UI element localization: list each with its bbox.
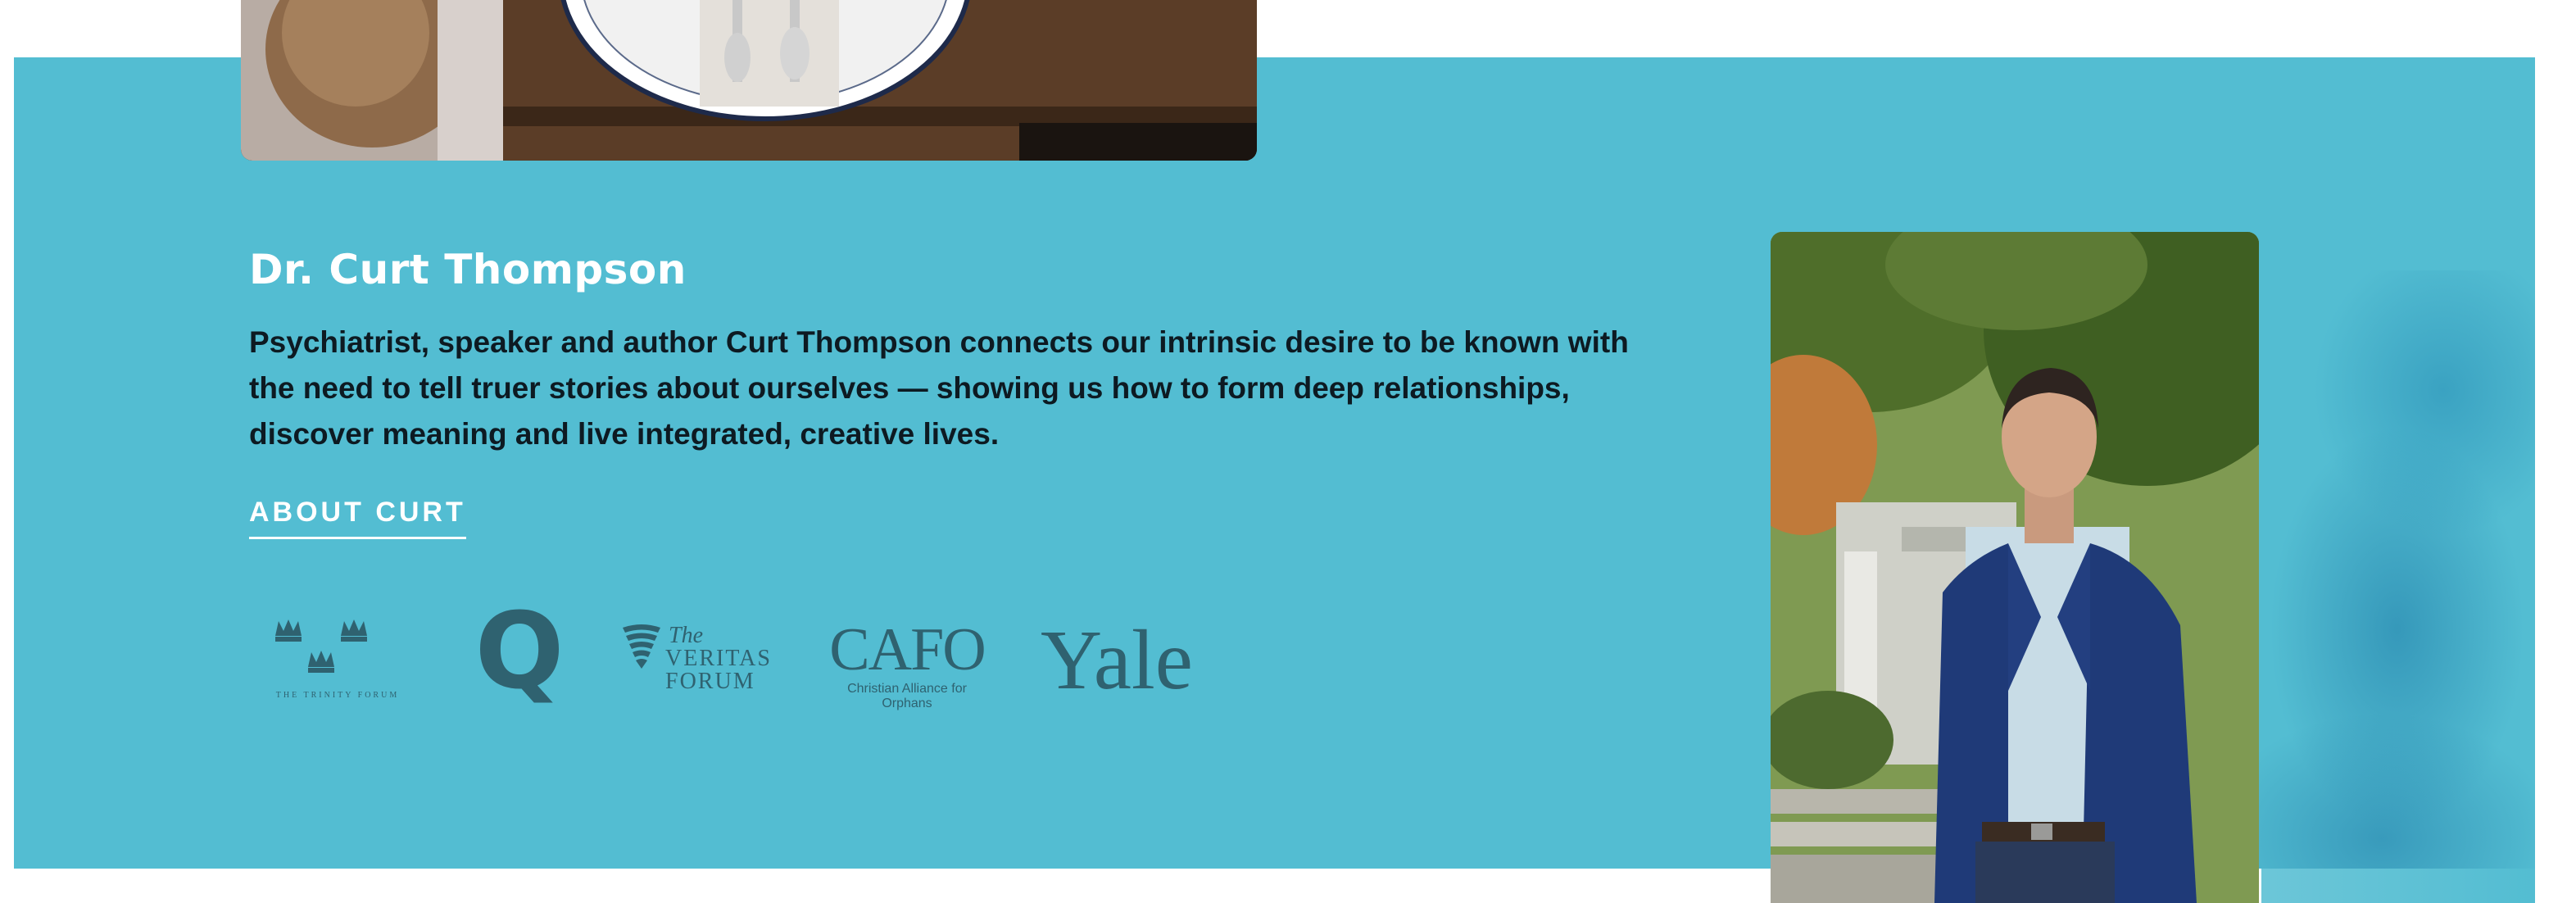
veritas-sub: FORUM — [665, 669, 755, 694]
shell-icon — [623, 624, 660, 669]
q-label: Q — [474, 591, 565, 713]
trinity-forum-label: THE TRINITY FORUM — [275, 691, 400, 700]
trinity-forum-logo: THE TRINITY FORUM — [262, 615, 413, 705]
partner-logos: THE TRINITY FORUM Q The VERITAS FORUM CA… — [249, 595, 1232, 713]
watercolor-decoration — [2229, 270, 2535, 869]
yale-logo: Yale — [1041, 618, 1204, 708]
page-title: Dr. Curt Thompson — [249, 246, 687, 293]
dinner-table-photo — [241, 0, 1257, 161]
cafo-main: CAFO — [829, 616, 986, 683]
curt-thompson-portrait — [1771, 232, 2259, 903]
yale-label: Yale — [1041, 613, 1193, 707]
cafo-sub: Christian Alliance for Orphans — [847, 682, 967, 710]
about-curt-link[interactable]: ABOUT CURT — [249, 497, 466, 539]
watercolor-strip — [2261, 869, 2535, 903]
cafo-logo: CAFO Christian Alliance for Orphans — [829, 616, 986, 710]
crowns-icon — [275, 619, 367, 673]
bio-text: Psychiatrist, speaker and author Curt Th… — [249, 325, 1629, 451]
q-logo: Q — [470, 595, 569, 710]
veritas-forum-logo: The VERITAS FORUM — [619, 623, 775, 697]
